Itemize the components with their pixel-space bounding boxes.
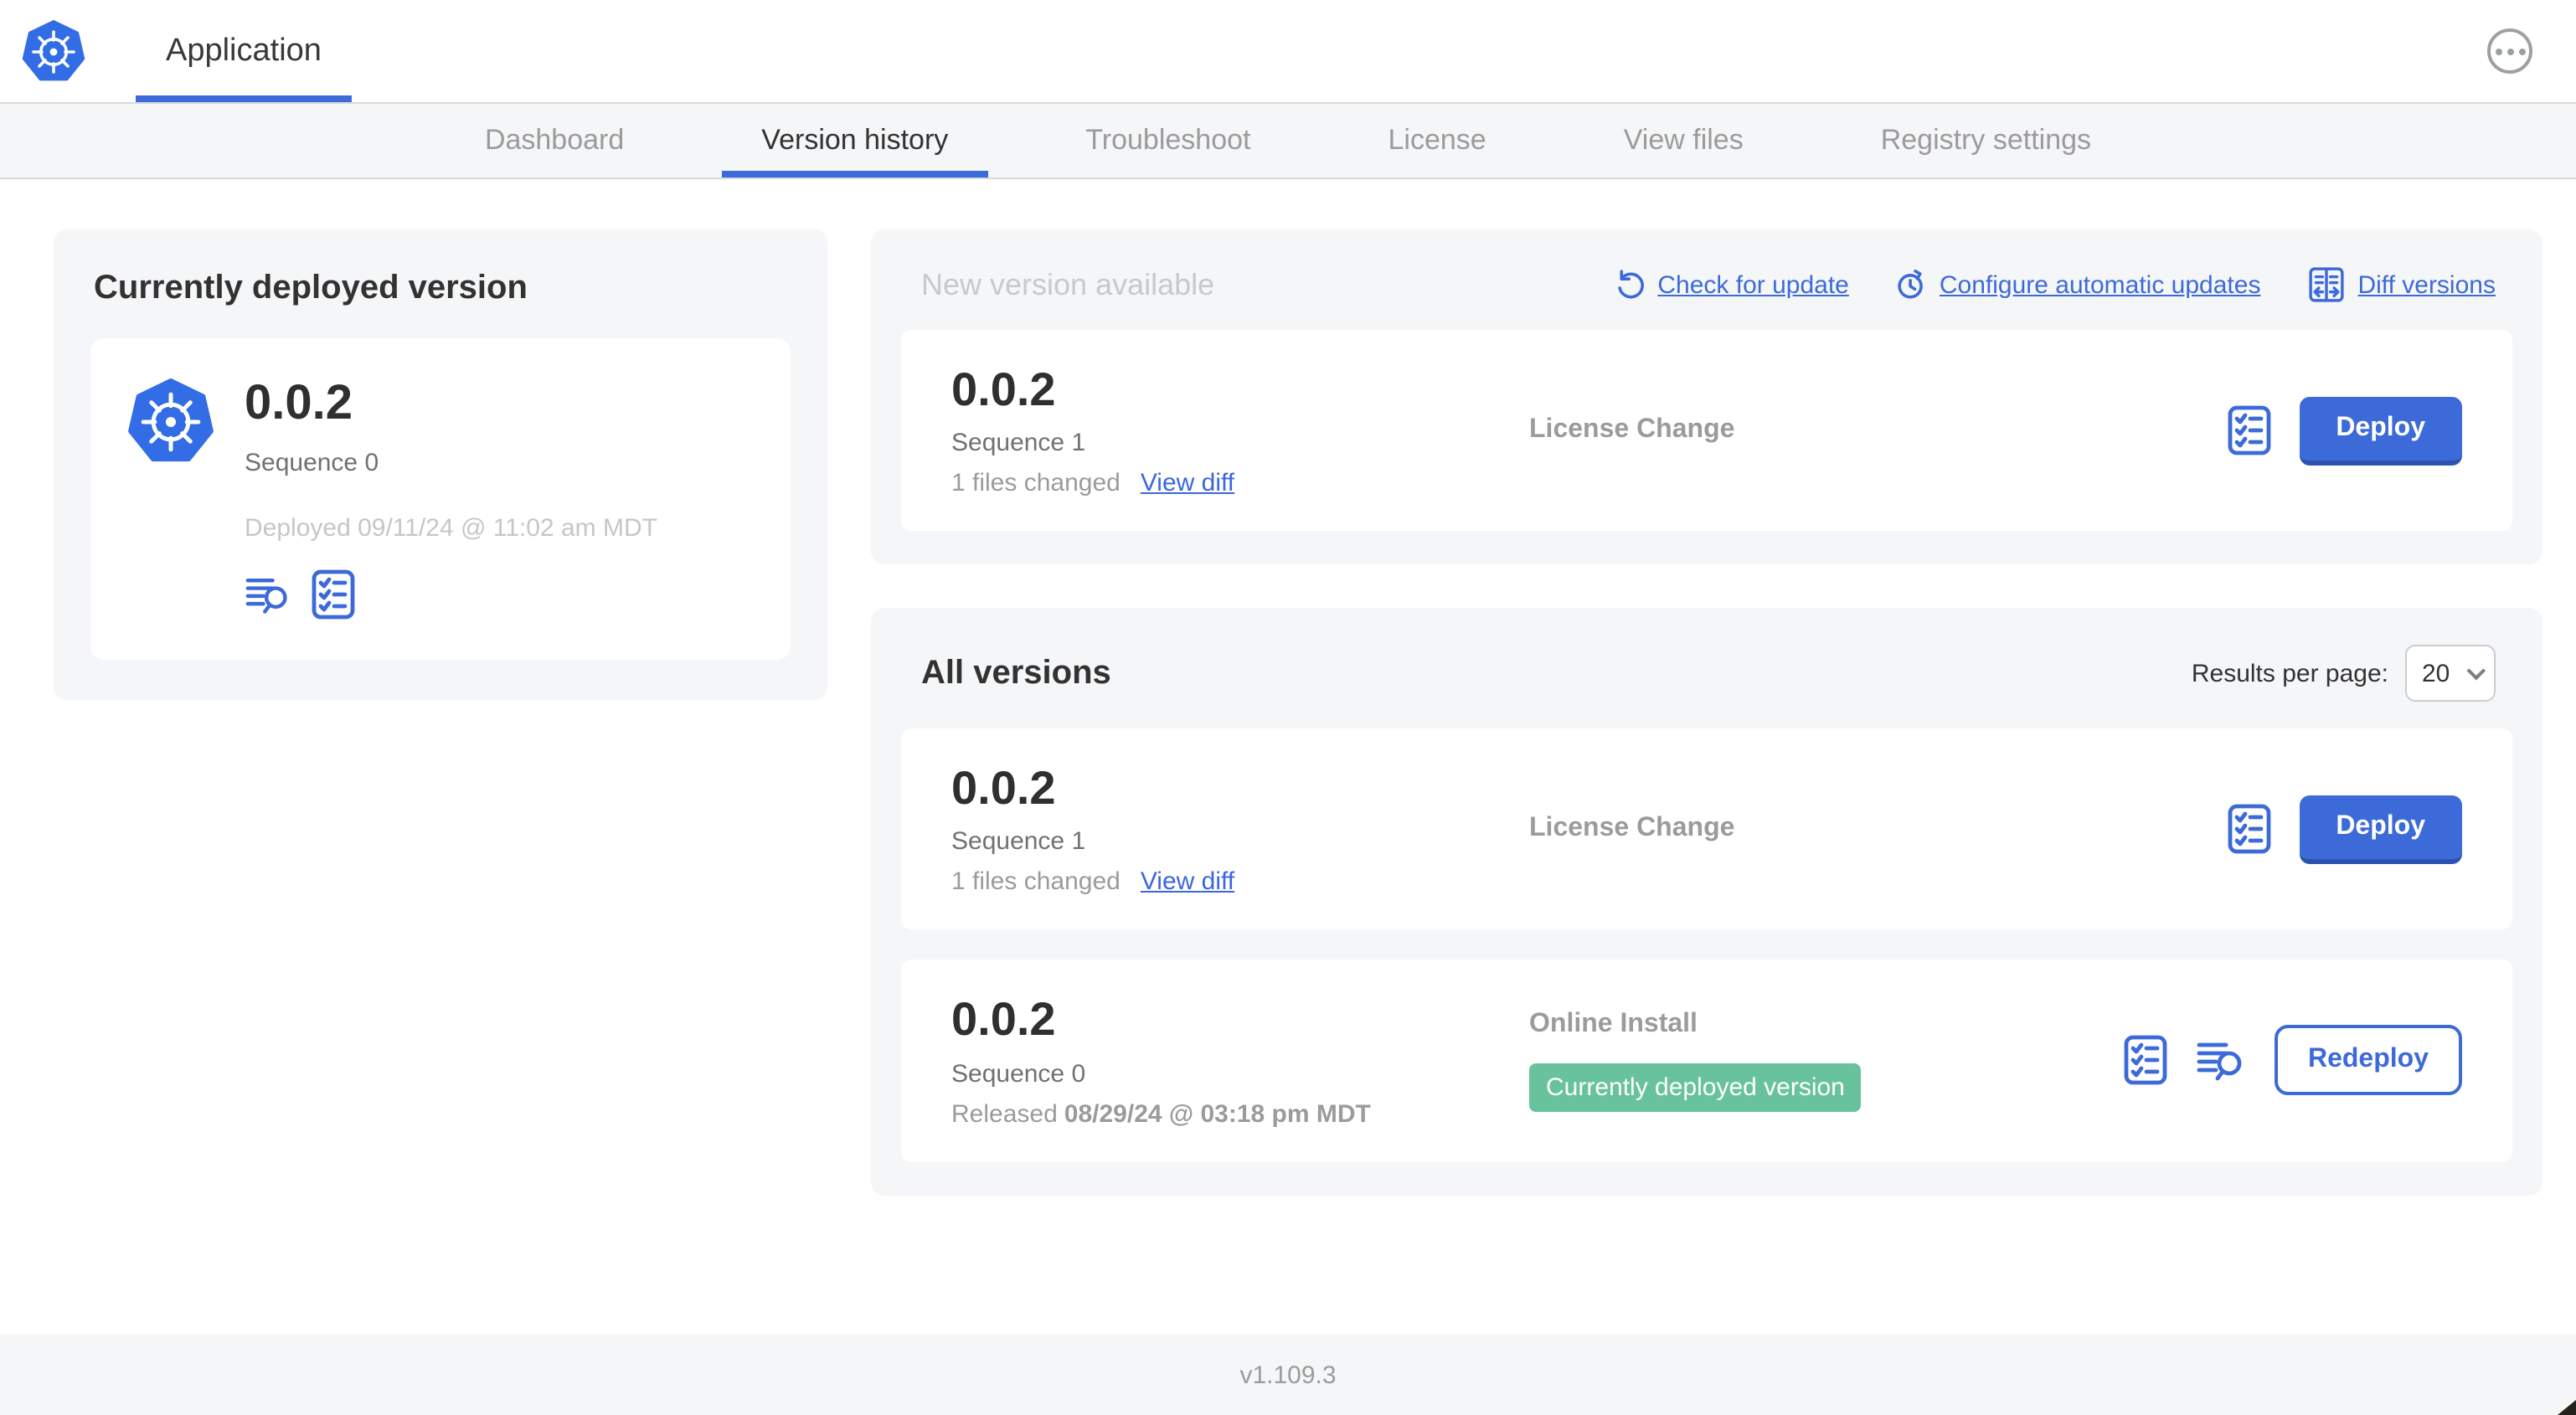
app-title: Application (166, 33, 322, 68)
deployed-sequence: Sequence 0 (245, 448, 379, 477)
version-number: 0.0.2 (951, 363, 1056, 415)
diff-icon (2307, 266, 2344, 303)
app-tab-application[interactable]: Application (136, 0, 352, 102)
app-kubernetes-icon (127, 378, 214, 466)
tab-registry-settings[interactable]: Registry settings (1874, 104, 2098, 178)
logs-icon (2196, 1037, 2246, 1084)
currently-deployed-badge: Currently deployed version (1529, 1063, 1862, 1112)
deployed-info: 0.0.2 Sequence 0 Deployed 09/11/24 @ 11:… (245, 377, 657, 620)
currently-deployed-card: 0.0.2 Sequence 0 Deployed 09/11/24 @ 11:… (90, 338, 791, 660)
preflight-checks-button[interactable] (312, 569, 355, 620)
new-version-section: New version available Check for update C… (871, 229, 2543, 565)
view-logs-button[interactable] (245, 573, 291, 616)
checklist-icon (2227, 805, 2270, 855)
version-sequence: Sequence 1 (951, 429, 1086, 458)
tab-license[interactable]: License (1382, 104, 1493, 178)
refresh-icon (1614, 270, 1644, 300)
all-versions-section: All versions Results per page: 20 0.0.2 … (871, 608, 2543, 1196)
preflight-checks-button[interactable] (2227, 405, 2270, 455)
view-diff-link[interactable]: View diff (1141, 868, 1234, 897)
main-content: Currently deployed version 0.0.2 Sequenc… (0, 179, 2576, 1196)
checklist-icon (2227, 405, 2270, 455)
redeploy-button[interactable]: Redeploy (2274, 1025, 2462, 1096)
top-header: Application (0, 0, 2576, 104)
version-sequence: Sequence 0 (951, 1059, 1086, 1088)
page: Application Dashboard Version history Tr… (0, 0, 2576, 1415)
view-diff-link[interactable]: View diff (1141, 469, 1234, 497)
deployed-timestamp: Deployed 09/11/24 @ 11:02 am MDT (245, 513, 657, 543)
version-row: 0.0.2 Sequence 1 1 files changed View di… (901, 728, 2512, 930)
footer: v1.109.3 (0, 1335, 2576, 1415)
ellipsis-menu-button[interactable] (2487, 28, 2532, 74)
preflight-checks-button[interactable] (2124, 1036, 2167, 1086)
currently-deployed-title: Currently deployed version (94, 270, 528, 306)
checklist-icon (312, 569, 355, 620)
diff-versions-link[interactable]: Diff versions (2307, 266, 2496, 303)
version-number: 0.0.2 (951, 762, 1056, 815)
released-label: Released (951, 1099, 1058, 1129)
check-for-update-link[interactable]: Check for update (1614, 270, 1849, 300)
currently-deployed-panel: Currently deployed version 0.0.2 Sequenc… (54, 229, 827, 700)
files-changed-label: 1 files changed (951, 867, 1121, 897)
released-timestamp: 08/29/24 @ 03:18 pm MDT (1064, 1099, 1371, 1129)
results-per-page-label: Results per page: (2191, 659, 2388, 688)
deploy-button[interactable]: Deploy (2299, 396, 2462, 466)
chevron-down-icon (2466, 661, 2486, 681)
console-version: v1.109.3 (1239, 1361, 1337, 1389)
ellipsis-icon (2495, 48, 2501, 54)
logs-icon (245, 573, 291, 616)
version-source: License Change (1529, 415, 1735, 445)
all-versions-title: All versions (921, 654, 1111, 692)
version-source: Online Install (1529, 1009, 1698, 1038)
clock-refresh-icon (1896, 270, 1926, 300)
right-column: New version available Check for update C… (871, 229, 2543, 1196)
tab-dashboard[interactable]: Dashboard (478, 104, 631, 178)
checklist-icon (2124, 1036, 2167, 1086)
tab-version-history[interactable]: Version history (721, 104, 988, 178)
page-tabs: Dashboard Version history Troubleshoot L… (0, 104, 2576, 179)
new-version-card: 0.0.2 Sequence 1 1 files changed View di… (901, 330, 2512, 532)
version-row: 0.0.2 Sequence 0 Released 08/29/24 @ 03:1… (901, 960, 2512, 1162)
files-changed-label: 1 files changed (951, 469, 1121, 498)
kubernetes-logo-icon (22, 19, 85, 83)
tab-view-files[interactable]: View files (1617, 104, 1750, 178)
version-sequence: Sequence 1 (951, 827, 1086, 857)
version-source: License Change (1529, 814, 1735, 843)
view-logs-button[interactable] (2196, 1037, 2246, 1084)
results-per-page-select[interactable]: 20 (2405, 645, 2496, 702)
version-number: 0.0.2 (951, 993, 1056, 1046)
preflight-checks-button[interactable] (2227, 805, 2270, 855)
deploy-button[interactable]: Deploy (2299, 795, 2462, 864)
configure-automatic-updates-link[interactable]: Configure automatic updates (1896, 270, 2260, 300)
deployed-version-number: 0.0.2 (245, 377, 353, 430)
new-version-title: New version available (921, 267, 1215, 301)
tab-troubleshoot[interactable]: Troubleshoot (1079, 104, 1257, 178)
